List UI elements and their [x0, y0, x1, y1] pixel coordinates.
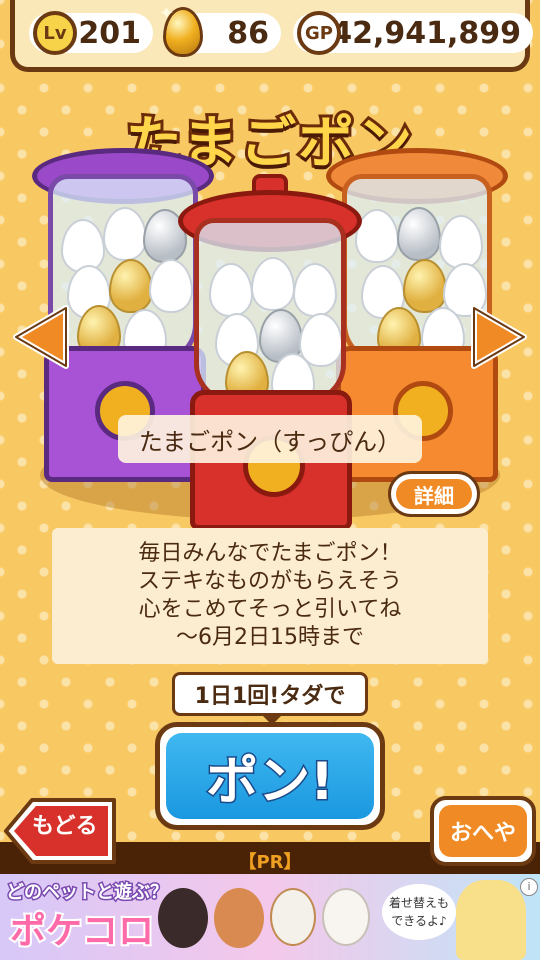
egg: [251, 257, 295, 311]
ad-banner[interactable]: どのペットと遊ぶ？ ポケコロ 着せ替えも できるよ♪: [0, 874, 540, 960]
poodle-character-icon: [214, 888, 264, 948]
gp-badge-icon: GP: [297, 11, 341, 55]
pon-button[interactable]: ポン!: [155, 722, 385, 830]
egg: [293, 263, 337, 317]
girl-character-icon: [456, 880, 526, 960]
egg: [397, 207, 441, 261]
level-display: Lv 201: [29, 11, 153, 55]
ad-speech-bubble: 着せ替えも できるよ♪: [382, 884, 456, 940]
gold-egg-display: ✦ 86: [159, 3, 281, 57]
egg: [439, 215, 483, 269]
sparkle-icon: ✦: [159, 3, 175, 24]
pon-button-label: ポン!: [166, 733, 374, 819]
egg: [103, 207, 147, 261]
description-line: ステキなものがもらえそう: [137, 569, 402, 594]
gp-value: 42,941,899: [331, 15, 521, 51]
egg-jar: [194, 218, 346, 404]
room-button-label: おへや: [439, 805, 527, 857]
ad-info-icon[interactable]: i: [520, 878, 538, 896]
white-cat-character-icon: [322, 888, 370, 946]
description-line: 心をこめてそっと引いてね: [138, 597, 402, 622]
detail-button[interactable]: 詳細: [388, 471, 480, 517]
detail-button-label: 詳細: [396, 479, 472, 509]
machine-name-label: たまごポン（すっぴん）: [118, 415, 422, 463]
next-arrow-icon[interactable]: [468, 302, 530, 372]
status-bar: Lv 201 ✦ 86 GP 42,941,899: [10, 0, 533, 72]
egg: [403, 259, 447, 313]
room-button[interactable]: おへや: [430, 796, 536, 866]
description-line: 毎日みんなでたまごポン！: [138, 541, 402, 566]
ad-headline: どのペットと遊ぶ？: [5, 881, 170, 905]
description-line: 〜6月2日15時まで: [176, 625, 364, 650]
level-value: 201: [78, 15, 141, 51]
gp-display: GP 42,941,899: [293, 11, 533, 55]
egg: [149, 259, 193, 313]
egg: [109, 259, 153, 313]
dog-character-icon: [158, 888, 208, 948]
description-panel: 毎日みんなでたまごポン！ ステキなものがもらえそう 心をこめてそっと引いてね 〜…: [52, 528, 488, 664]
egg: [209, 263, 253, 317]
free-once-tooltip: 1日1回!タダで: [172, 672, 368, 725]
ad-logo: ポケコロ: [8, 909, 156, 954]
level-badge-icon: Lv: [33, 11, 77, 55]
cat-character-icon: [270, 888, 316, 946]
back-button-label: もどる: [32, 814, 98, 839]
back-button[interactable]: もどる: [2, 796, 120, 866]
gold-egg-count: 86: [227, 15, 269, 51]
previous-arrow-icon[interactable]: [10, 302, 72, 372]
